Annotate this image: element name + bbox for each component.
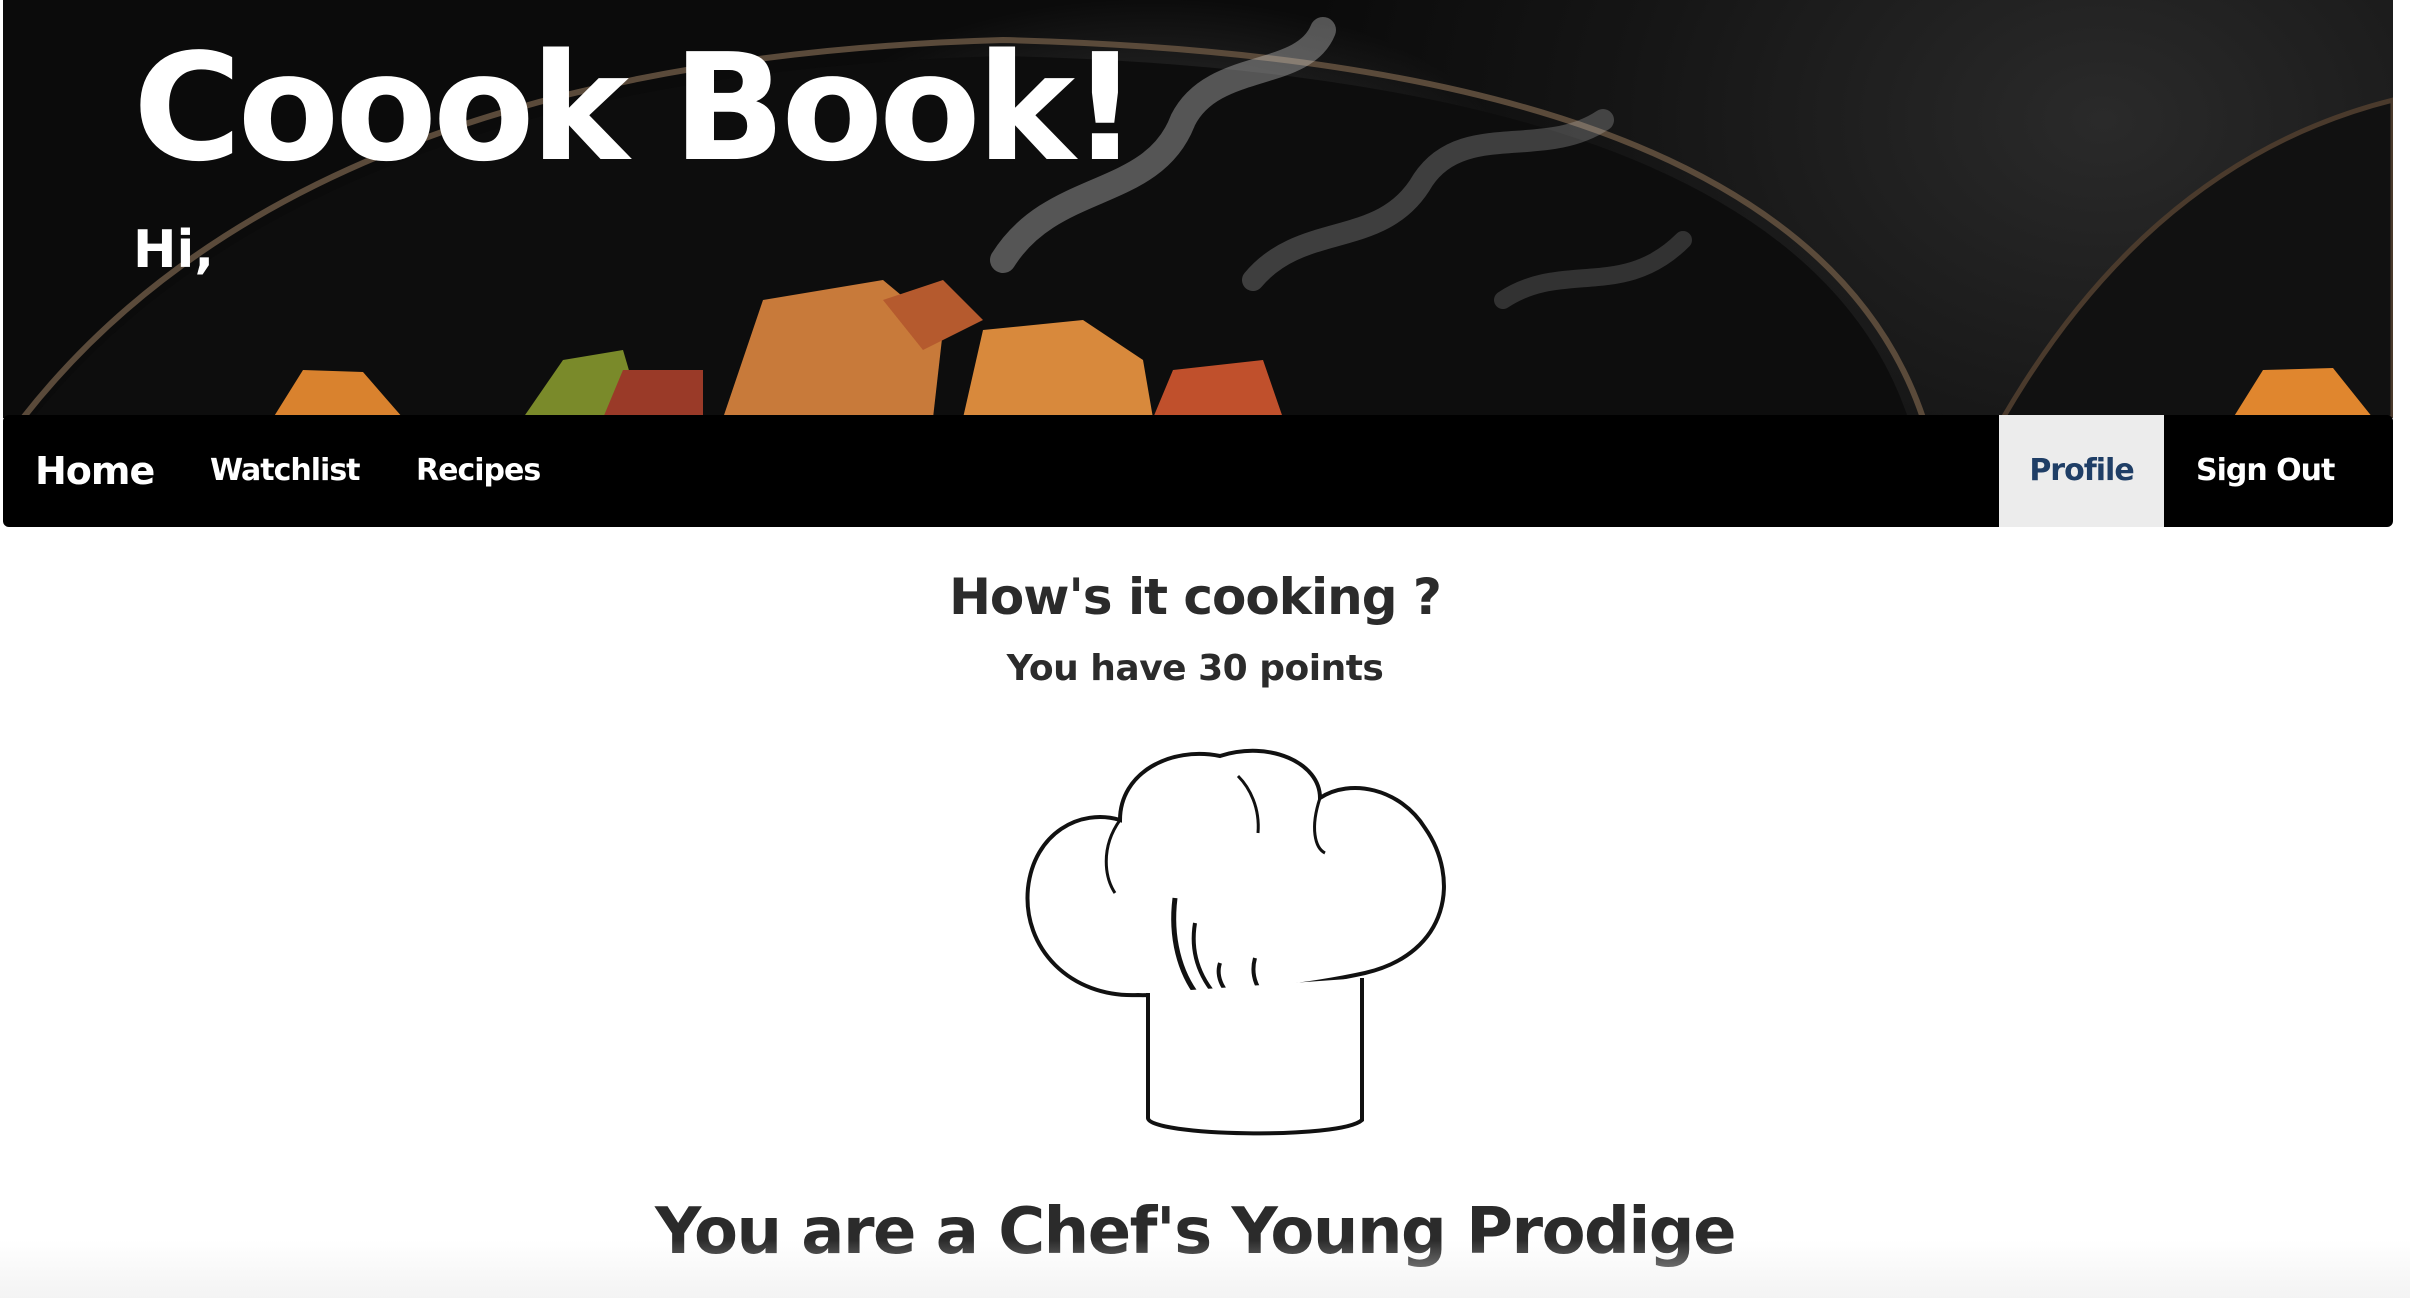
nav-recipes-link[interactable]: Recipes [416, 415, 541, 527]
profile-greeting-heading: How's it cooking ? [949, 568, 1442, 626]
nav-watchlist-link[interactable]: Watchlist [210, 415, 361, 527]
chef-rank-text: You are a Chef's Young Prodige [655, 1195, 1737, 1269]
site-title: Coook Book! [133, 22, 1139, 194]
main-navbar: Home Watchlist Recipes Profile Sign Out [3, 415, 2393, 527]
chef-hat-icon [1025, 748, 1446, 1136]
nav-sign-out-link[interactable]: Sign Out [2196, 415, 2335, 527]
points-summary: You have 30 points [1006, 648, 1384, 689]
page: Coook Book! Hi, Home Watchlist Recipes P… [0, 0, 2410, 1298]
nav-home-link[interactable]: Home [35, 415, 155, 527]
user-greeting: Hi, [133, 220, 215, 280]
nav-profile-link[interactable]: Profile [1999, 415, 2164, 527]
hero-banner: Coook Book! Hi, [3, 0, 2393, 418]
